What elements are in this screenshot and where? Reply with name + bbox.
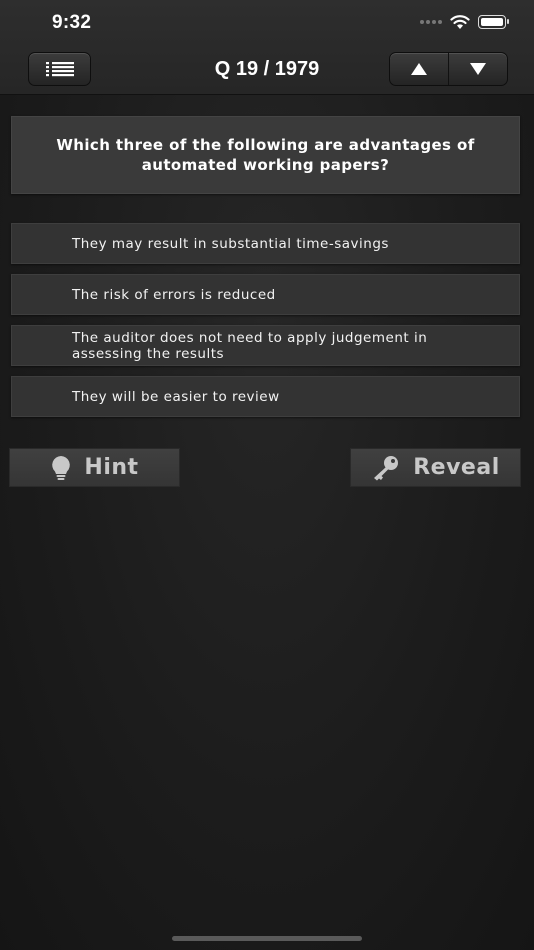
answer-option[interactable]: They may result in substantial time-savi… — [11, 223, 520, 264]
lightbulb-icon — [52, 455, 71, 480]
key-icon — [374, 455, 399, 480]
answer-option-text: The auditor does not need to apply judge… — [72, 329, 428, 362]
arrow-down-icon — [470, 63, 486, 75]
top-bar: 9:32 Q 19 / 1979 — [0, 0, 534, 95]
previous-question-button[interactable] — [390, 53, 448, 85]
answer-option-text: They may result in substantial time-savi… — [72, 235, 389, 252]
question-text: Which three of the following are advanta… — [56, 136, 475, 174]
answer-option[interactable]: The risk of errors is reduced — [11, 274, 520, 315]
status-icons — [420, 14, 509, 30]
answer-option-text: The risk of errors is reduced — [72, 286, 276, 303]
answer-option[interactable]: They will be easier to review — [11, 376, 520, 417]
reveal-button[interactable]: Reveal — [350, 448, 521, 487]
home-indicator[interactable] — [172, 936, 362, 941]
answer-option-text: They will be easier to review — [72, 388, 280, 405]
arrow-up-icon — [411, 63, 427, 75]
hint-button[interactable]: Hint — [9, 448, 180, 487]
question-card: Which three of the following are advanta… — [11, 116, 520, 194]
question-nav-buttons — [389, 52, 508, 86]
next-question-button[interactable] — [448, 53, 507, 85]
answer-option[interactable]: The auditor does not need to apply judge… — [11, 325, 520, 366]
hint-label: Hint — [84, 455, 139, 480]
wifi-icon — [450, 15, 470, 29]
reveal-label: Reveal — [413, 455, 500, 480]
battery-icon — [478, 15, 509, 29]
status-time: 9:32 — [52, 12, 92, 33]
cellular-signal-icon — [420, 20, 442, 24]
